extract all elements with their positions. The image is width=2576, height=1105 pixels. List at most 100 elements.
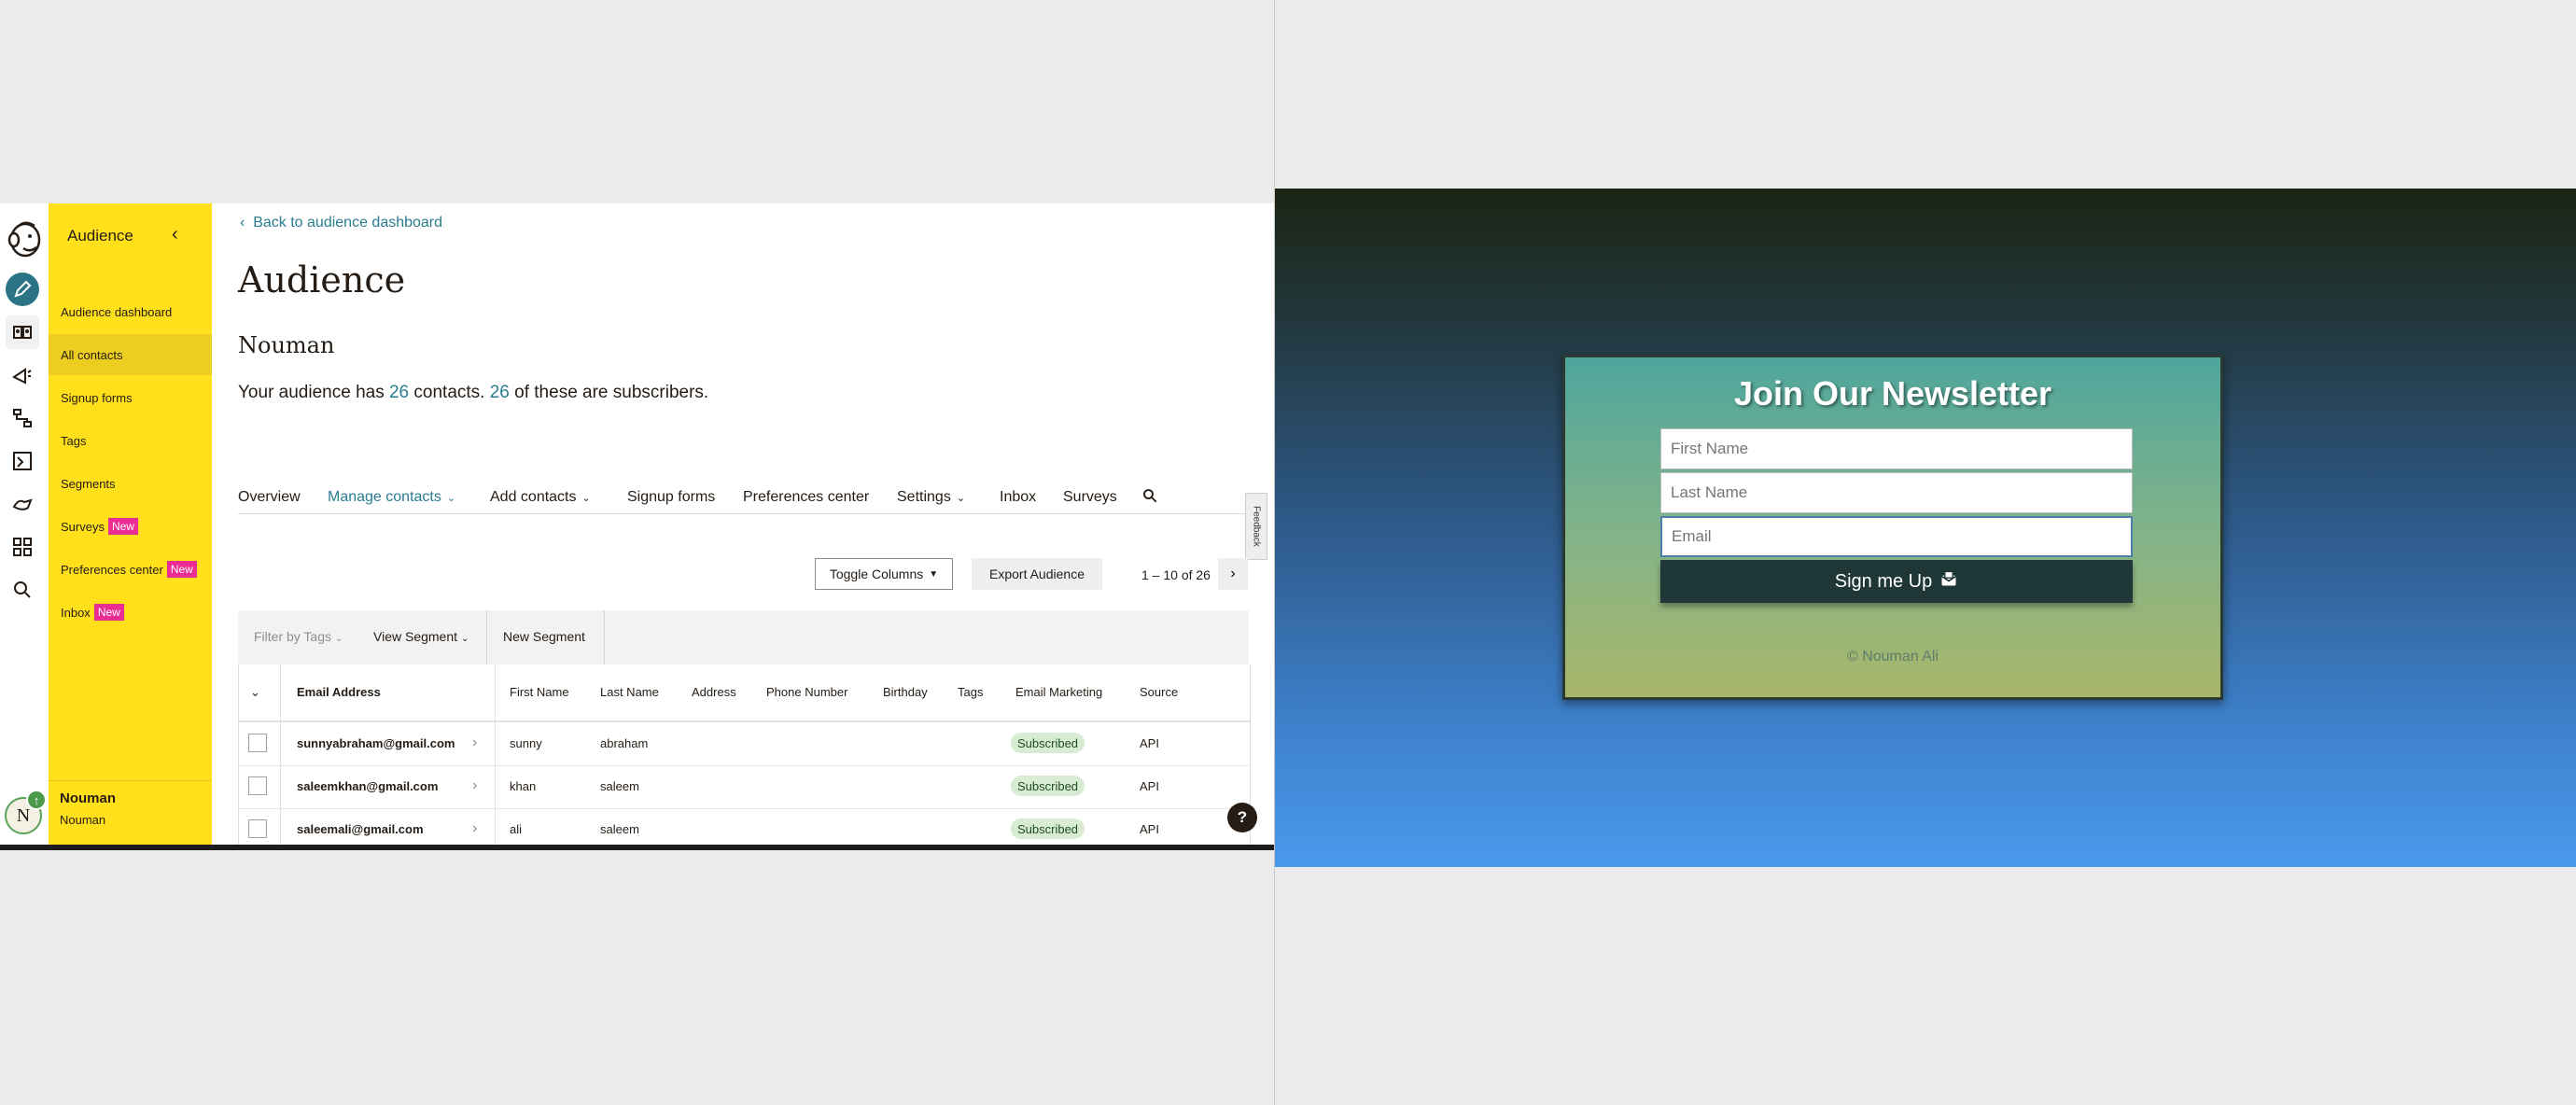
automations-icon[interactable] [6,401,39,435]
newsletter-title: Join Our Newsletter [1733,374,2052,413]
copyright-footer: © Nouman Ali [1846,649,1939,664]
next-page-chevron-icon[interactable]: › [1218,558,1248,590]
cell-first-name: sunny [510,736,542,750]
website-icon[interactable] [6,444,39,478]
column-header-phone[interactable]: Phone Number [766,685,847,699]
tab-inbox[interactable]: Inbox [1000,489,1036,506]
chevron-right-icon[interactable]: › [472,734,477,751]
toggle-columns-button[interactable]: Toggle Columns ▼ [815,558,953,590]
cell-last-name: saleem [600,779,639,793]
table-row[interactable]: saleemkhan@gmail.com › khan saleem Subsc… [239,765,1250,809]
sidebar-item-tags[interactable]: Tags [49,420,212,461]
cell-email[interactable]: sunnyabraham@gmail.com [297,736,455,750]
contacts-table: ⌄ Email Address First Name Last Name Add… [238,664,1251,847]
tab-add-contacts[interactable]: Add contacts ⌄ [490,489,591,506]
audience-sidebar: Audience ‹ Audience dashboard All contac… [49,203,212,847]
view-segment-label: View Segment [373,629,458,644]
first-name-field[interactable] [1660,428,2133,469]
audience-icon[interactable] [6,315,39,349]
column-header-source[interactable]: Source [1140,685,1178,699]
feedback-tab[interactable]: Feedback [1245,493,1267,560]
sidebar-item-label: Tags [61,433,87,448]
mailchimp-app: N ↑ Audience ‹ Audience dashboard All co… [0,203,1274,847]
tab-preferences-center[interactable]: Preferences center [743,489,869,506]
select-all-chevron-icon[interactable]: ⌄ [250,685,260,700]
column-header-email[interactable]: Email Address [297,685,381,699]
column-header-tags[interactable]: Tags [958,685,983,699]
campaigns-megaphone-icon[interactable] [6,358,39,392]
cell-email[interactable]: saleemkhan@gmail.com [297,779,438,793]
pagination-count: 1 – 10 of 26 [1141,567,1211,582]
new-segment-button[interactable]: New Segment [503,629,585,644]
last-name-field[interactable] [1660,472,2133,513]
sign-up-button[interactable]: Sign me Up [1660,560,2133,603]
chevron-down-icon: ⌄ [956,493,966,504]
summary-prefix: Your audience has [238,383,389,402]
sidebar-item-signup-forms[interactable]: Signup forms [49,377,212,418]
column-header-last-name[interactable]: Last Name [600,685,659,699]
row-checkbox[interactable] [248,734,267,752]
column-header-birthday[interactable]: Birthday [883,685,928,699]
search-icon[interactable] [6,573,39,607]
tab-signup-forms[interactable]: Signup forms [627,489,715,506]
cell-first-name: khan [510,779,537,793]
column-header-first-name[interactable]: First Name [510,685,569,699]
tab-surveys[interactable]: Surveys [1063,489,1117,506]
window-bottom-edge [0,845,1274,850]
audience-tabs: Overview Manage contacts ⌄ Add contacts ⌄ … [238,483,1262,514]
mailchimp-logo-icon[interactable] [0,213,49,265]
export-audience-button[interactable]: Export Audience [972,558,1102,590]
cell-last-name: abraham [600,736,649,750]
cell-email[interactable]: saleemali@gmail.com [297,822,424,836]
contacts-count[interactable]: 26 [389,383,409,402]
new-badge: New [93,604,124,621]
row-checkbox[interactable] [248,819,267,838]
sidebar-item-preferences-center[interactable]: Preferences center New [49,549,212,590]
sidebar-item-label: All contacts [61,347,123,362]
status-badge: Subscribed [1011,733,1085,753]
tab-manage-contacts[interactable]: Manage contacts ⌄ [328,489,455,506]
row-checkbox[interactable] [248,776,267,795]
chevron-right-icon[interactable]: › [472,777,477,794]
envelope-icon [1939,569,1958,594]
tab-settings[interactable]: Settings ⌄ [897,489,965,506]
tab-overview[interactable]: Overview [238,489,301,506]
filter-by-tags-dropdown[interactable]: Filter by Tags ⌄ [254,629,343,644]
chevron-down-icon: ⌄ [461,634,469,644]
cell-source: API [1140,779,1159,793]
table-row[interactable]: sunnyabraham@gmail.com › sunny abraham S… [239,722,1250,766]
integrations-grid-icon[interactable] [6,530,39,564]
tab-label: Manage contacts [328,489,441,505]
tab-label: Signup forms [627,489,716,505]
sidebar-item-inbox[interactable]: Inbox New [49,592,212,633]
sidebar-item-all-contacts[interactable]: All contacts [49,334,212,375]
sidebar-item-surveys[interactable]: Surveys New [49,506,212,547]
status-badge: Subscribed [1011,818,1085,839]
sidebar-title: Audience [67,227,133,245]
chevron-left-icon: ‹ [240,215,254,231]
collapse-chevron-icon[interactable]: ‹ [172,224,178,245]
create-pencil-icon[interactable] [6,273,39,306]
tab-label: Overview [238,489,301,505]
subscribers-count[interactable]: 26 [490,383,510,402]
cell-last-name: saleem [600,822,639,836]
tab-label: Settings [897,489,951,505]
column-header-email-marketing[interactable]: Email Marketing [1015,685,1102,699]
chevron-right-icon[interactable]: › [472,820,477,837]
toggle-columns-label: Toggle Columns [829,566,924,581]
view-segment-dropdown[interactable]: View Segment ⌄ [373,629,469,644]
sidebar-item-segments[interactable]: Segments [49,463,212,504]
account-footer[interactable]: Nouman Nouman [49,780,212,847]
back-to-dashboard-link[interactable]: ‹ Back to audience dashboard [240,215,442,231]
sidebar-item-label: Surveys [61,519,105,534]
email-field[interactable] [1660,516,2133,557]
search-icon[interactable] [1141,487,1158,509]
sidebar-item-audience-dashboard[interactable]: Audience dashboard [49,291,212,332]
table-row[interactable]: saleemali@gmail.com › ali saleem Subscri… [239,808,1250,847]
account-name: Nouman [60,790,116,806]
content-icon[interactable] [6,487,39,521]
column-header-address[interactable]: Address [692,685,736,699]
help-button[interactable]: ? [1227,803,1257,832]
page-title: Audience [238,259,406,301]
tab-label: Inbox [1000,489,1037,505]
